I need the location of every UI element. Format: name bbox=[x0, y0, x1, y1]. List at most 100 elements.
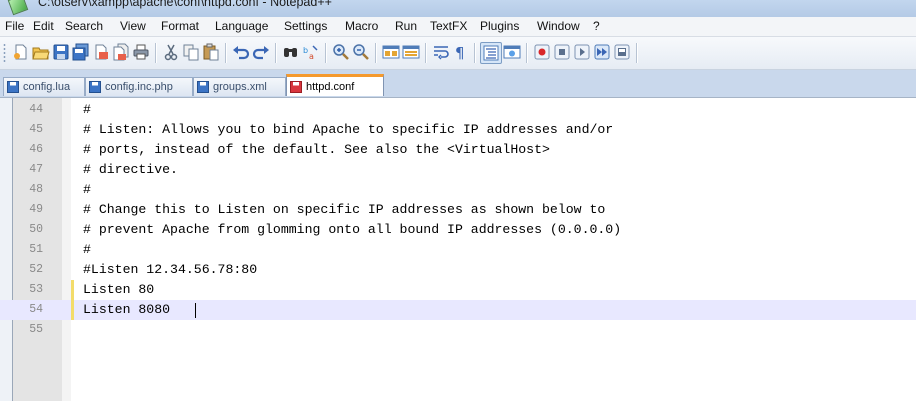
menu-file[interactable]: File bbox=[5, 19, 24, 33]
open-file-icon[interactable] bbox=[32, 43, 50, 61]
menu-settings[interactable]: Settings bbox=[284, 19, 327, 33]
line-number: 47 bbox=[29, 163, 43, 176]
tab-config-lua[interactable]: config.lua bbox=[3, 77, 85, 96]
current-line[interactable]: 54 Listen 8080 bbox=[0, 300, 916, 320]
text-editor[interactable]: 44 # 45 # Listen: Allows you to bind Apa… bbox=[0, 97, 916, 401]
print-icon[interactable] bbox=[132, 43, 150, 61]
show-all-chars-icon[interactable]: ¶ bbox=[452, 43, 470, 61]
code-line[interactable]: 48 # bbox=[0, 180, 916, 200]
code-line[interactable]: 53 Listen 80 bbox=[0, 280, 916, 300]
sync-vertical-icon[interactable] bbox=[382, 43, 400, 61]
redo-icon[interactable] bbox=[252, 43, 270, 61]
line-number: 53 bbox=[29, 283, 43, 296]
toolbar-separator bbox=[155, 43, 157, 63]
svg-text:a: a bbox=[309, 52, 314, 61]
line-text: Listen 8080 bbox=[83, 302, 171, 317]
line-text: # prevent Apache from glomming onto all … bbox=[83, 222, 622, 237]
svg-text:b: b bbox=[303, 46, 308, 55]
menu-edit[interactable]: Edit bbox=[33, 19, 54, 33]
tab-label: config.inc.php bbox=[105, 81, 173, 93]
copy-icon[interactable] bbox=[182, 43, 200, 61]
line-text: # bbox=[83, 242, 91, 257]
view-icon[interactable] bbox=[503, 43, 521, 61]
zoom-out-icon[interactable] bbox=[352, 43, 370, 61]
saved-file-icon bbox=[7, 81, 19, 93]
toolbar-grip[interactable] bbox=[3, 43, 6, 63]
menu-language[interactable]: Language bbox=[215, 19, 268, 33]
line-number: 54 bbox=[29, 303, 43, 316]
play-macro-icon[interactable] bbox=[573, 43, 591, 61]
tab-groups-xml[interactable]: groups.xml bbox=[193, 77, 286, 96]
menu-window[interactable]: Window bbox=[537, 19, 580, 33]
menu-bar: File Edit Search View Format Language Se… bbox=[0, 17, 916, 37]
save-macro-icon[interactable] bbox=[613, 43, 631, 61]
line-number: 51 bbox=[29, 243, 43, 256]
text-caret bbox=[195, 303, 196, 318]
close-icon[interactable] bbox=[92, 43, 110, 61]
change-history-marker bbox=[71, 280, 74, 300]
menu-search[interactable]: Search bbox=[65, 19, 103, 33]
saved-file-icon bbox=[89, 81, 101, 93]
menu-plugins[interactable]: Plugins bbox=[480, 19, 519, 33]
toolbar: ba ¶ bbox=[0, 37, 916, 70]
close-all-icon[interactable] bbox=[112, 43, 130, 61]
menu-help[interactable]: ? bbox=[593, 19, 600, 33]
line-number: 48 bbox=[29, 183, 43, 196]
saved-file-icon bbox=[197, 81, 209, 93]
code-line[interactable]: 49 # Change this to Listen on specific I… bbox=[0, 200, 916, 220]
save-all-icon[interactable] bbox=[72, 43, 90, 61]
line-number: 44 bbox=[29, 103, 43, 116]
word-wrap-icon[interactable] bbox=[432, 43, 450, 61]
line-text: # Change this to Listen on specific IP a… bbox=[83, 202, 606, 217]
tab-config-inc-php[interactable]: config.inc.php bbox=[85, 77, 193, 96]
toolbar-separator bbox=[425, 43, 427, 63]
code-line[interactable]: 45 # Listen: Allows you to bind Apache t… bbox=[0, 120, 916, 140]
tab-label: httpd.conf bbox=[306, 80, 355, 93]
cut-icon[interactable] bbox=[162, 43, 180, 61]
toolbar-separator bbox=[526, 43, 528, 63]
save-icon[interactable] bbox=[52, 43, 70, 61]
find-icon[interactable] bbox=[282, 43, 300, 61]
zoom-in-icon[interactable] bbox=[332, 43, 350, 61]
line-number: 55 bbox=[29, 323, 43, 336]
stop-macro-icon[interactable] bbox=[553, 43, 571, 61]
new-file-icon[interactable] bbox=[12, 43, 30, 61]
code-line[interactable]: 55 bbox=[0, 320, 916, 340]
toolbar-separator bbox=[474, 43, 476, 63]
menu-run[interactable]: Run bbox=[395, 19, 417, 33]
line-text: Listen 80 bbox=[83, 282, 155, 297]
sync-horizontal-icon[interactable] bbox=[402, 43, 420, 61]
title-bar: C:\otserv\xampp\apache\conf\httpd.conf -… bbox=[0, 0, 916, 17]
code-line[interactable]: 51 # bbox=[0, 240, 916, 260]
toolbar-separator bbox=[375, 43, 377, 63]
code-line[interactable]: 44 # bbox=[0, 100, 916, 120]
indent-guide-icon[interactable] bbox=[480, 42, 502, 64]
tab-httpd-conf[interactable]: httpd.conf bbox=[286, 74, 384, 96]
window-title: C:\otserv\xampp\apache\conf\httpd.conf -… bbox=[38, 0, 332, 9]
run-macro-multiple-icon[interactable] bbox=[593, 43, 611, 61]
menu-view[interactable]: View bbox=[120, 19, 146, 33]
notepad-plus-plus-icon bbox=[7, 0, 29, 16]
code-line[interactable]: 47 # directive. bbox=[0, 160, 916, 180]
line-number: 45 bbox=[29, 123, 43, 136]
line-text: #Listen 12.34.56.78:80 bbox=[83, 262, 258, 277]
line-text: # bbox=[83, 182, 91, 197]
record-macro-icon[interactable] bbox=[533, 43, 551, 61]
menu-textfx[interactable]: TextFX bbox=[430, 19, 467, 33]
code-line[interactable]: 46 # ports, instead of the default. See … bbox=[0, 140, 916, 160]
menu-format[interactable]: Format bbox=[161, 19, 199, 33]
code-line[interactable]: 52 #Listen 12.34.56.78:80 bbox=[0, 260, 916, 280]
code-line[interactable]: 50 # prevent Apache from glomming onto a… bbox=[0, 220, 916, 240]
replace-icon[interactable]: ba bbox=[302, 43, 320, 61]
svg-text:¶: ¶ bbox=[455, 44, 465, 61]
undo-icon[interactable] bbox=[232, 43, 250, 61]
line-text: # ports, instead of the default. See als… bbox=[83, 142, 550, 157]
menu-macro[interactable]: Macro bbox=[345, 19, 378, 33]
line-number: 52 bbox=[29, 263, 43, 276]
line-text: # Listen: Allows you to bind Apache to s… bbox=[83, 122, 614, 137]
toolbar-separator bbox=[636, 43, 638, 63]
paste-icon[interactable] bbox=[202, 43, 220, 61]
tab-label: groups.xml bbox=[213, 81, 267, 93]
line-number: 49 bbox=[29, 203, 43, 216]
toolbar-separator bbox=[325, 43, 327, 63]
